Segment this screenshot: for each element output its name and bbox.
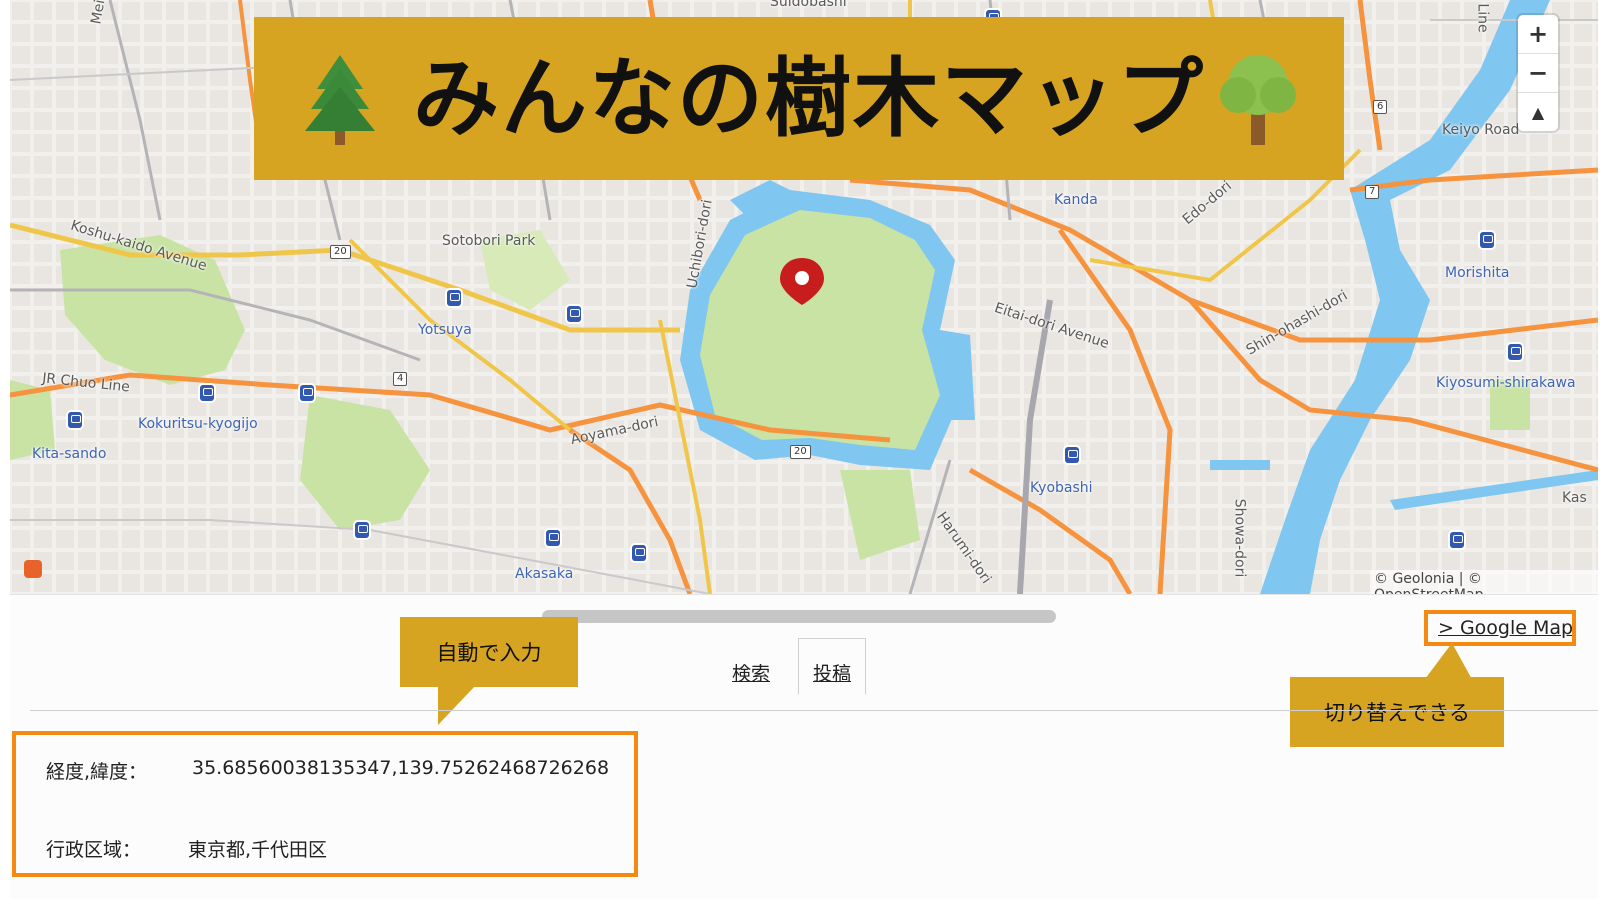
route-shield: 6 [1373,100,1388,114]
map-label-line: Line [1474,3,1491,33]
map-label-kanda: Kanda [1054,192,1098,208]
zoom-in-button[interactable]: + [1518,15,1558,54]
station-icon [567,306,581,322]
station-icon [1065,447,1079,463]
route-shield: 4 [393,372,408,386]
region-label: 行政区域： [46,839,142,861]
callout-auto-input: 自動で入力 [400,617,578,687]
map-attribution[interactable]: © Geolonia | © OpenStreetMap [1370,570,1598,594]
map-label-showa: Showa-dori [1231,498,1248,578]
map-label-yotsuya: Yotsuya [418,322,472,338]
coords-value: 35.68560038135347,139.75262468726268 [192,757,610,779]
station-icon [300,385,314,401]
coords-label: 経度,緯度： [46,761,148,783]
route-shield: 20 [330,245,351,259]
station-icon [1480,232,1494,248]
panel-drag-handle[interactable] [542,610,1056,623]
map-view[interactable]: Koshu-kaido Avenue Sotobori Park Uchibor… [10,0,1598,594]
map-label-sotobori: Sotobori Park [442,233,536,249]
map-logo-icon [24,560,42,578]
app-frame: Koshu-kaido Avenue Sotobori Park Uchibor… [10,0,1598,899]
map-label-kokuritsu: Kokuritsu-kyogijo [138,416,258,432]
callout-switch-text: 切り替えできる [1324,701,1470,725]
map-label-kitasando: Kita-sando [32,446,107,462]
callout-switch: 切り替えできる [1290,677,1504,747]
callout-pointer [438,685,476,725]
station-icon [546,530,560,546]
tab-post[interactable]: 投稿 [798,638,867,695]
page-title: みんなの樹木マップ [413,48,1205,149]
location-info-box: 経度,緯度： 35.68560038135347,139.75262468726… [12,731,638,877]
station-icon [355,522,369,538]
station-icon [632,545,646,561]
tab-search[interactable]: 検索 [722,659,780,686]
map-label-kiyosumi: Kiyosumi-shirakawa [1436,375,1576,391]
route-shield: 7 [1365,185,1380,199]
route-shield: 20 [790,445,811,459]
map-label-keiyo: Keiyo Road [1442,122,1520,138]
tab-divider [30,710,1598,711]
zoom-out-button[interactable]: − [1518,54,1558,93]
region-value: 東京都,千代田区 [188,839,328,861]
map-label-morishita: Morishita [1445,265,1510,281]
compass-button[interactable]: ▲ [1518,93,1558,131]
map-label-kas: Kas [1562,490,1587,506]
station-icon [68,412,82,428]
callout-auto-input-text: 自動で入力 [436,641,542,665]
map-label-akasaka: Akasaka [515,566,574,582]
station-icon [200,385,214,401]
evergreen-tree-icon [295,49,385,149]
station-icon [1508,344,1522,360]
map-label-kyobashi: Kyobashi [1030,480,1093,496]
zoom-control: + − ▲ [1518,15,1558,131]
google-map-highlight [1424,610,1576,646]
title-banner: みんなの樹木マップ [254,17,1344,180]
bottom-panel: > Google Map 自動で入力 切り替えできる 検索 投稿 経度,緯度： … [10,594,1598,899]
station-icon [1450,532,1464,548]
map-label-suidobashi: Suidobashi [770,0,847,10]
station-icon [447,290,461,306]
deciduous-tree-icon [1213,49,1303,149]
